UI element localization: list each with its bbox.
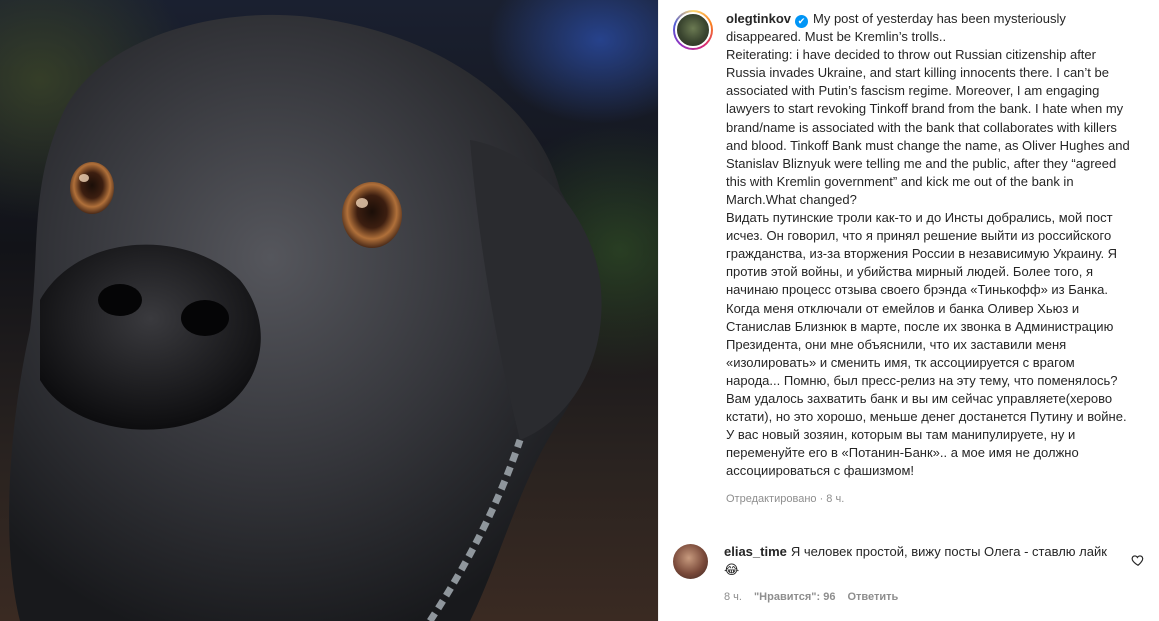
post-viewer: olegtinkov ✔ My post of yesterday has been… (0, 0, 1159, 621)
caption-paragraph-3: Видать путинские троли как-то и до Инсты… (726, 210, 1127, 479)
comment-likes[interactable]: "Нравится": 96 (754, 591, 835, 603)
commenter-username[interactable]: elias_time (724, 544, 787, 559)
post-edited-timestamp: Отредактировано · 8 ч. (726, 493, 845, 506)
author-avatar[interactable] (673, 10, 713, 50)
caption-paragraph-2: Reiterating: i have decided to throw out… (726, 47, 1130, 207)
author-username[interactable]: olegtinkov (726, 11, 791, 26)
post-caption: olegtinkov ✔ My post of yesterday has been… (726, 10, 1131, 480)
verified-badge-icon: ✔ (795, 15, 809, 28)
comment-item: elias_time Я человек простой, вижу посты … (673, 543, 1151, 603)
comment-body: elias_time Я человек простой, вижу посты … (724, 543, 1124, 579)
post-caption-block: olegtinkov ✔ My post of yesterday has been… (673, 10, 1143, 505)
comment-time: 8 ч. (724, 591, 742, 603)
reply-button[interactable]: Ответить (847, 591, 898, 603)
like-heart-icon[interactable] (1131, 553, 1145, 567)
post-details-panel: olegtinkov ✔ My post of yesterday has been… (658, 0, 1159, 621)
author-avatar-image (675, 12, 711, 48)
dog-illustration (9, 14, 602, 621)
comment-meta: 8 ч. "Нравится": 96 Ответить (724, 591, 1151, 603)
post-photo[interactable] (0, 0, 658, 621)
commenter-avatar[interactable] (673, 544, 708, 579)
